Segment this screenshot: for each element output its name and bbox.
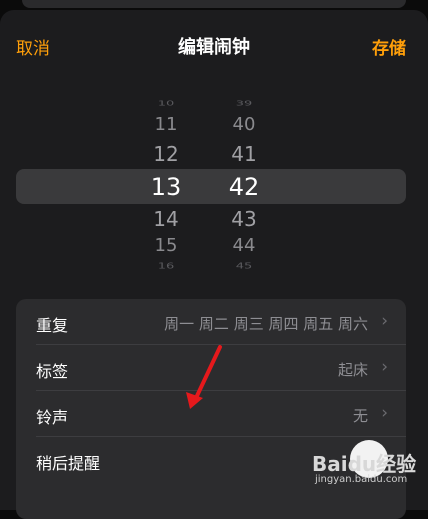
label-row[interactable]: 标签 起床 › [16,345,406,391]
snooze-label: 稍后提醒 [36,454,101,473]
minute-option[interactable]: 41 [214,142,274,166]
minute-option[interactable]: 39 [214,99,274,107]
nav-bar: 取消 编辑闹钟 存储 [0,10,428,80]
watermark-logo: Baidu经验 [312,452,417,476]
alarm-settings-list: 重复 周一 周二 周三 周四 周五 周六 › 标签 起床 › 铃声 无 › 稍后… [16,299,406,519]
minute-option[interactable]: 40 [214,114,274,135]
minute-selected[interactable]: 42 [214,173,274,201]
page-title: 编辑闹钟 [178,37,250,58]
sound-value: 无 [352,407,368,425]
sound-label: 铃声 [36,408,69,427]
edit-alarm-sheet: 取消 编辑闹钟 存储 10 11 12 13 14 15 16 39 40 41… [0,10,428,519]
watermark-url: jingyan.baidu.com [315,474,408,485]
repeat-row[interactable]: 重复 周一 周二 周三 周四 周五 周六 › [16,299,406,345]
picker-selection-band [16,169,406,204]
minute-option[interactable]: 44 [214,235,274,256]
hour-option[interactable]: 14 [136,207,196,231]
hour-option[interactable]: 12 [136,142,196,166]
label-label: 标签 [36,362,69,381]
minute-option[interactable]: 45 [214,262,274,271]
hour-selected[interactable]: 13 [136,173,196,201]
sound-row[interactable]: 铃声 无 › [16,391,406,437]
chevron-right-icon: › [381,403,388,423]
repeat-value: 周一 周二 周三 周四 周五 周六 [164,315,368,333]
save-button[interactable]: 存储 [372,34,406,59]
hour-option[interactable]: 15 [136,235,196,256]
chevron-right-icon: › [381,357,388,377]
hour-option[interactable]: 16 [136,262,196,271]
minute-option[interactable]: 43 [214,207,274,231]
hour-option[interactable]: 10 [136,99,196,107]
repeat-label: 重复 [36,316,69,335]
chevron-right-icon: › [381,311,388,331]
hour-option[interactable]: 11 [136,114,196,135]
background-sheet-edge [22,0,406,8]
label-value: 起床 [337,361,368,379]
